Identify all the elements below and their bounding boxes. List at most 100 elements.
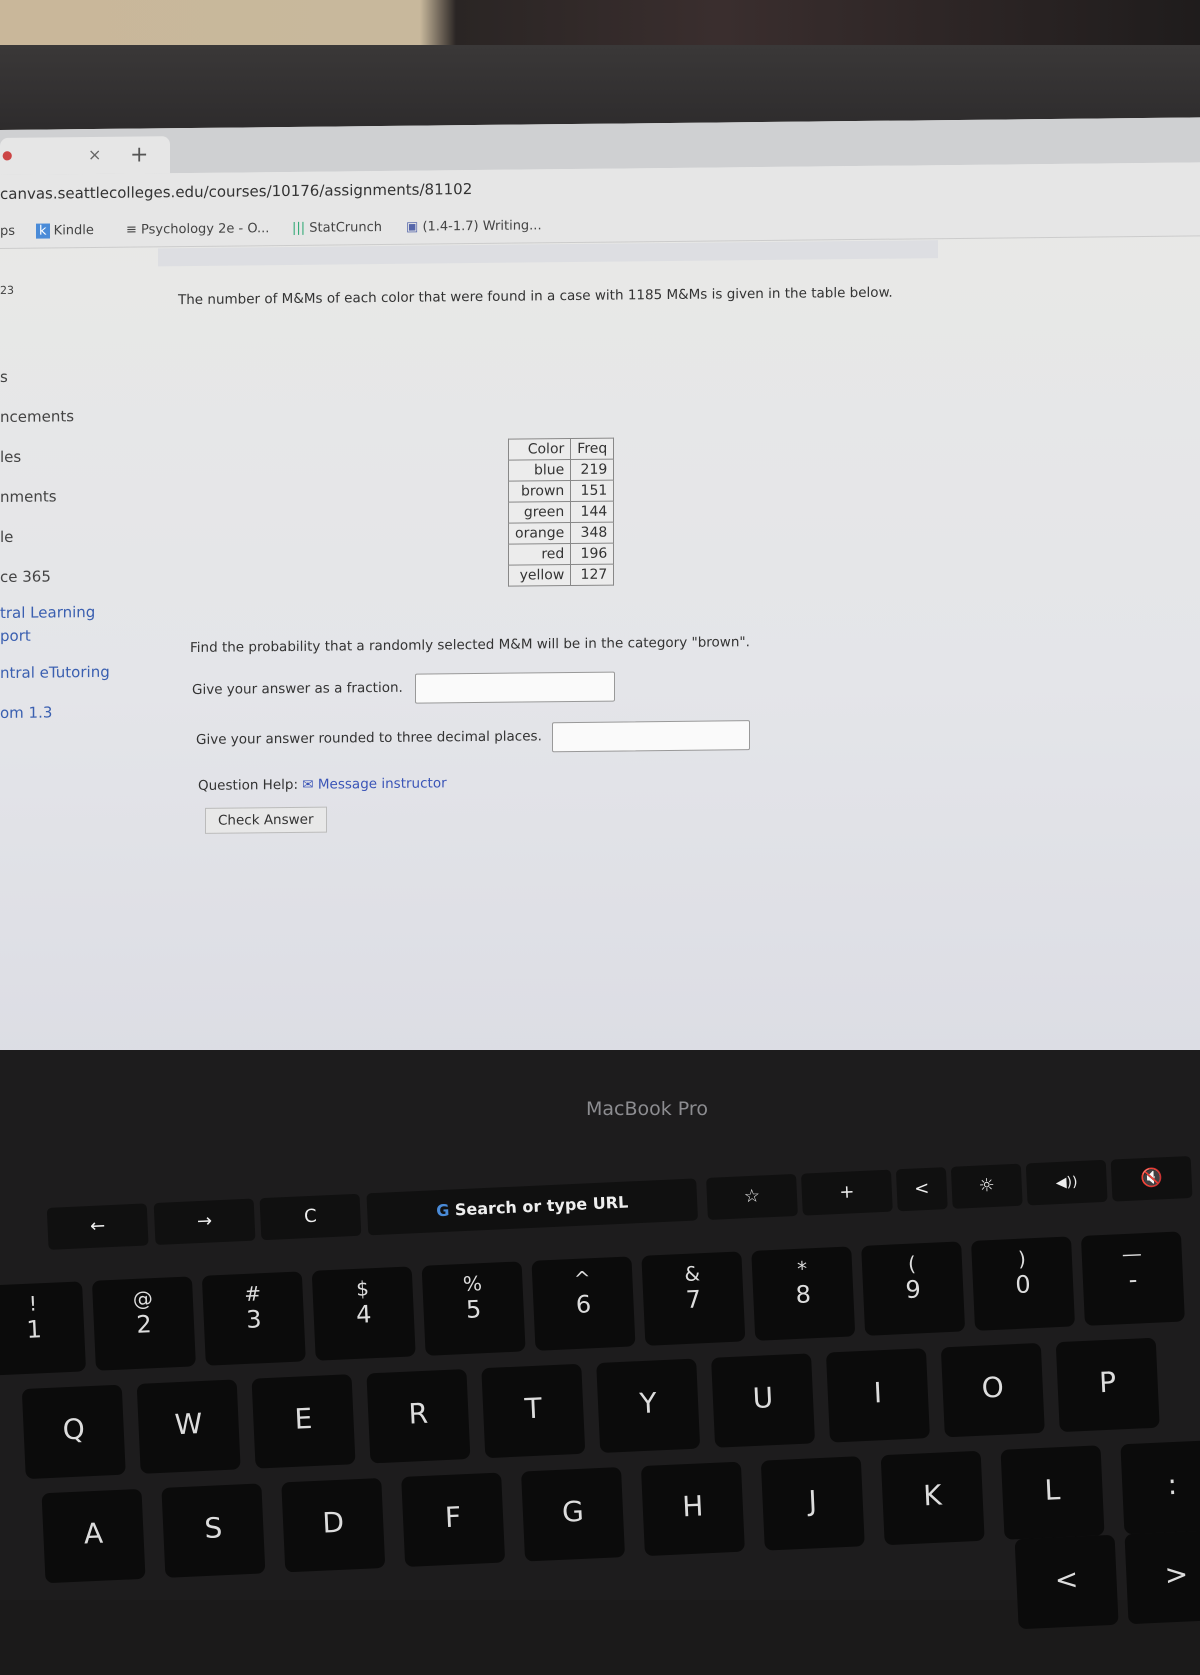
key-letter: O bbox=[980, 1370, 1005, 1405]
key-0[interactable]: ) 0 bbox=[971, 1236, 1076, 1331]
key-letter: H bbox=[681, 1489, 705, 1524]
key-y[interactable]: Y bbox=[596, 1358, 701, 1453]
key-symbol: > bbox=[1163, 1557, 1189, 1592]
table-row: brown 151 bbox=[508, 480, 614, 503]
key-letter: D bbox=[321, 1505, 345, 1540]
key-comma[interactable]: < bbox=[1014, 1534, 1119, 1630]
key-u[interactable]: U bbox=[711, 1353, 816, 1448]
bookmark-psychology[interactable]: ≡ Psychology 2e - O... bbox=[126, 221, 269, 238]
sidebar-item-assignments[interactable]: nments bbox=[0, 487, 57, 506]
sidebar-item-office-365[interactable]: ce 365 bbox=[0, 567, 51, 586]
key-symbol: < bbox=[1054, 1562, 1079, 1597]
key-letter: Y bbox=[638, 1386, 658, 1421]
help-label: Question Help: bbox=[198, 776, 298, 794]
question-panel: The number of M&Ms of each color that we… bbox=[150, 237, 1200, 1048]
table-row: yellow 127 bbox=[508, 564, 614, 587]
table-header-row: Color Freq bbox=[508, 438, 614, 461]
key-o[interactable]: O bbox=[940, 1342, 1045, 1438]
key-letter: K bbox=[922, 1478, 943, 1513]
key-s[interactable]: S bbox=[161, 1483, 266, 1578]
key-digit: 5 bbox=[465, 1295, 482, 1324]
sidebar-item-support[interactable]: port bbox=[0, 627, 31, 645]
key-a[interactable]: A bbox=[41, 1488, 146, 1584]
key-j[interactable]: J bbox=[760, 1456, 865, 1551]
decimal-answer-input[interactable] bbox=[552, 720, 750, 753]
message-instructor-link[interactable]: ✉ Message instructor bbox=[302, 775, 446, 793]
table-cell: 196 bbox=[570, 543, 614, 565]
sidebar-item-modules[interactable]: les bbox=[0, 448, 21, 466]
sidebar-item-announcements[interactable]: ncements bbox=[0, 407, 74, 426]
key-letter: G bbox=[561, 1494, 585, 1529]
bookmark-writing[interactable]: ▣ (1.4-1.7) Writing... bbox=[406, 218, 542, 234]
key-9[interactable]: (9 bbox=[861, 1241, 966, 1336]
question-prompt: Find the probability that a randomly sel… bbox=[190, 634, 750, 657]
key-letter: S bbox=[203, 1511, 223, 1546]
key-letter: U bbox=[751, 1381, 774, 1416]
check-answer-button[interactable]: Check Answer bbox=[205, 806, 327, 834]
new-tab-button[interactable]: + bbox=[130, 142, 148, 167]
key-5[interactable]: % 5 bbox=[421, 1261, 526, 1356]
table-cell: blue bbox=[508, 459, 571, 482]
bookmark-statcrunch[interactable]: ||| StatCrunch bbox=[292, 220, 382, 236]
sidebar-item-etutoring[interactable]: ntral eTutoring bbox=[0, 663, 110, 682]
key-q[interactable]: Q bbox=[21, 1384, 126, 1480]
key-letter: L bbox=[1043, 1473, 1061, 1507]
key-p[interactable]: P bbox=[1055, 1337, 1160, 1433]
key-i[interactable]: I bbox=[825, 1348, 930, 1443]
key-letter: Q bbox=[61, 1412, 86, 1447]
question-help: Question Help: ✉ Message instructor bbox=[198, 775, 447, 794]
key-h[interactable]: H bbox=[640, 1461, 745, 1557]
fraction-answer-input[interactable] bbox=[415, 671, 615, 704]
key-g[interactable]: G bbox=[521, 1467, 626, 1562]
key-8[interactable]: * 8 bbox=[751, 1246, 856, 1341]
key-1[interactable]: ! 1 bbox=[0, 1281, 87, 1376]
key-semicolon[interactable]: : bbox=[1120, 1439, 1200, 1535]
key-d[interactable]: D bbox=[281, 1477, 386, 1573]
key-3[interactable]: #3 bbox=[201, 1271, 306, 1366]
sidebar-item-learning[interactable]: tral Learning bbox=[0, 603, 95, 622]
key-w[interactable]: W bbox=[136, 1379, 241, 1474]
key-r[interactable]: R bbox=[366, 1368, 471, 1464]
key-l[interactable]: L bbox=[1000, 1445, 1105, 1540]
key-letter: F bbox=[444, 1500, 462, 1535]
table-cell: 219 bbox=[570, 459, 614, 481]
key-digit: 8 bbox=[795, 1280, 812, 1309]
sidebar-item[interactable]: s bbox=[0, 368, 8, 386]
sidebar-item-zoom[interactable]: om 1.3 bbox=[0, 703, 52, 722]
key-k[interactable]: K bbox=[880, 1450, 985, 1546]
key-digit: 6 bbox=[575, 1290, 592, 1319]
key-e[interactable]: E bbox=[251, 1374, 356, 1469]
sidebar-item[interactable]: 23 bbox=[0, 284, 14, 297]
key-letter: R bbox=[407, 1396, 429, 1431]
url-text[interactable]: canvas.seattlecolleges.edu/courses/10176… bbox=[0, 180, 472, 203]
key-2[interactable]: @2 bbox=[91, 1276, 196, 1371]
key-7[interactable]: & 7 bbox=[641, 1251, 746, 1346]
sidebar-item[interactable]: le bbox=[0, 528, 13, 546]
key-4[interactable]: $4 bbox=[311, 1266, 416, 1361]
key-t[interactable]: T bbox=[481, 1363, 586, 1459]
key--[interactable]: — - bbox=[1080, 1231, 1185, 1326]
bookmark-label: Psychology 2e - O... bbox=[141, 221, 270, 238]
table-header: Color bbox=[508, 438, 571, 461]
doc-icon: ▣ bbox=[406, 219, 419, 235]
key-period[interactable]: > bbox=[1124, 1529, 1200, 1625]
key-digit: 3 bbox=[245, 1305, 263, 1334]
table-cell: brown bbox=[508, 480, 571, 503]
frequency-table: Color Freq blue 219 brown 151 green 144 oran… bbox=[508, 437, 615, 587]
key-digit: 4 bbox=[355, 1300, 373, 1329]
bookmark-label: StatCrunch bbox=[309, 219, 382, 236]
table-row: blue 219 bbox=[508, 459, 614, 482]
close-tab-icon[interactable]: × bbox=[88, 145, 101, 164]
table-cell: red bbox=[508, 543, 571, 566]
key-digit: 7 bbox=[685, 1285, 702, 1314]
key-letter: E bbox=[293, 1402, 314, 1436]
key-6[interactable]: ^ 6 bbox=[531, 1256, 636, 1351]
bookmark-apps[interactable]: ps bbox=[0, 224, 15, 239]
course-sidebar: 23 s ncements les nments le ce 365 tral … bbox=[0, 248, 150, 1050]
bookmark-kindle[interactable]: k Kindle bbox=[36, 223, 94, 239]
laptop-brand-label: MacBook Pro bbox=[586, 1098, 708, 1120]
table-header: Freq bbox=[570, 438, 614, 460]
keyboard: ! 1 @2 #3 $4% 5 ^ 6 & 7 * 8(9) 0— - Q W E R T Y U I O P A S D F G H J K… bbox=[0, 1186, 1200, 1630]
key-f[interactable]: F bbox=[401, 1472, 506, 1567]
favicon-icon: ● bbox=[2, 147, 13, 162]
